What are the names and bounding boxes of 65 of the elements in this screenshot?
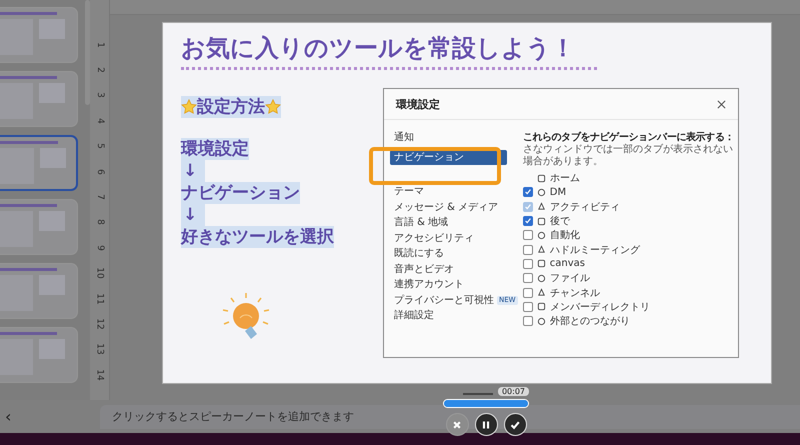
ruler-number: 13	[94, 344, 104, 356]
slide-thumbnail[interactable]	[0, 71, 78, 127]
settings-nav-item[interactable]: 既読にする	[390, 246, 444, 262]
rule	[462, 392, 493, 394]
star-icon	[265, 99, 281, 115]
speaker-notes-field[interactable]: クリックするとスピーカーノートを追加できます	[100, 404, 800, 428]
ruler-number: 4	[94, 118, 104, 124]
ruler-number: 12	[94, 318, 104, 330]
settings-nav-item[interactable]: 連携アカウント	[390, 277, 464, 292]
steps-heading: 設定方法	[197, 96, 265, 118]
ruler-number: 5	[94, 143, 104, 150]
ruler-number: 1	[94, 42, 104, 48]
slide-thumbnail[interactable]	[0, 263, 78, 319]
tab-label: canvas	[550, 258, 586, 270]
checkbox[interactable]	[522, 216, 533, 226]
checkbox[interactable]	[522, 244, 533, 255]
tab-label: チャンネル	[550, 286, 600, 300]
ruler-number: 7	[94, 194, 104, 200]
step-text: 好きなツールを選択	[181, 226, 334, 248]
collapse-button[interactable]: ‹	[5, 407, 12, 426]
tab-label: 外部とのつながり	[550, 314, 630, 328]
settings-nav-item[interactable]: プライバシーと可視性	[390, 292, 494, 308]
ruler-number: 8	[94, 220, 104, 226]
checkbox[interactable]	[522, 302, 533, 312]
tab-label: 後で	[550, 215, 570, 228]
checkbox[interactable]	[522, 230, 533, 240]
tab-label: 自動化	[550, 229, 580, 242]
tab-label: アクティビティ	[550, 200, 620, 214]
slide-title: お気に入りのツールを常設しよう！	[181, 33, 576, 63]
ruler-number: 11	[94, 292, 104, 304]
tab-label: DM	[550, 186, 566, 198]
slide-thumbnail[interactable]	[0, 199, 78, 255]
step-text: ナビゲーション	[181, 182, 300, 204]
settings-nav-item[interactable]: 通知	[390, 130, 414, 146]
checkbox[interactable]	[522, 273, 533, 284]
close-icon[interactable]	[717, 100, 726, 108]
checkbox[interactable]	[522, 187, 533, 198]
section-hint: さなウィンドウでは一部のタブが表示されない場合があります。	[522, 144, 734, 168]
settings-nav-item[interactable]: アクセシビリティ	[390, 230, 474, 246]
settings-nav-item[interactable]: テーマ	[390, 184, 424, 200]
ruler-number: 6	[94, 168, 104, 174]
ruler-number: 9	[94, 244, 104, 251]
slide-thumbnail[interactable]	[0, 135, 78, 191]
ruler-number: 10	[94, 267, 104, 279]
settings-nav-item[interactable]: 音声とビデオ	[390, 262, 454, 277]
checkbox[interactable]	[522, 288, 533, 298]
settings-nav-item[interactable]: 詳細設定	[390, 308, 434, 324]
ruler-number: 14	[94, 369, 104, 380]
dialog-title: 環境設定	[396, 96, 440, 112]
ruler-number: 2	[94, 67, 104, 73]
ruler-number: 3	[94, 92, 104, 98]
settings-nav-item[interactable]: 言語 & 地域	[390, 215, 448, 230]
tab-label: ファイル	[550, 272, 590, 286]
settings-nav-item[interactable]: メッセージ & メディア	[390, 200, 498, 215]
checkbox[interactable]	[522, 258, 533, 269]
checkbox[interactable]	[522, 316, 533, 326]
star-icon	[181, 99, 197, 115]
tab-label: ハドルミーティング	[550, 244, 640, 257]
section-heading: これらのタブをナビゲーションバーに表示する：	[522, 130, 734, 144]
slide-thumbnail[interactable]	[0, 327, 78, 383]
tab-label: メンバーディレクトリ	[550, 300, 650, 314]
tab-label: ホーム	[550, 172, 580, 186]
slide-thumbnail[interactable]	[0, 7, 78, 63]
step-text: 環境設定	[181, 138, 249, 160]
timer: 00:07	[498, 387, 530, 396]
